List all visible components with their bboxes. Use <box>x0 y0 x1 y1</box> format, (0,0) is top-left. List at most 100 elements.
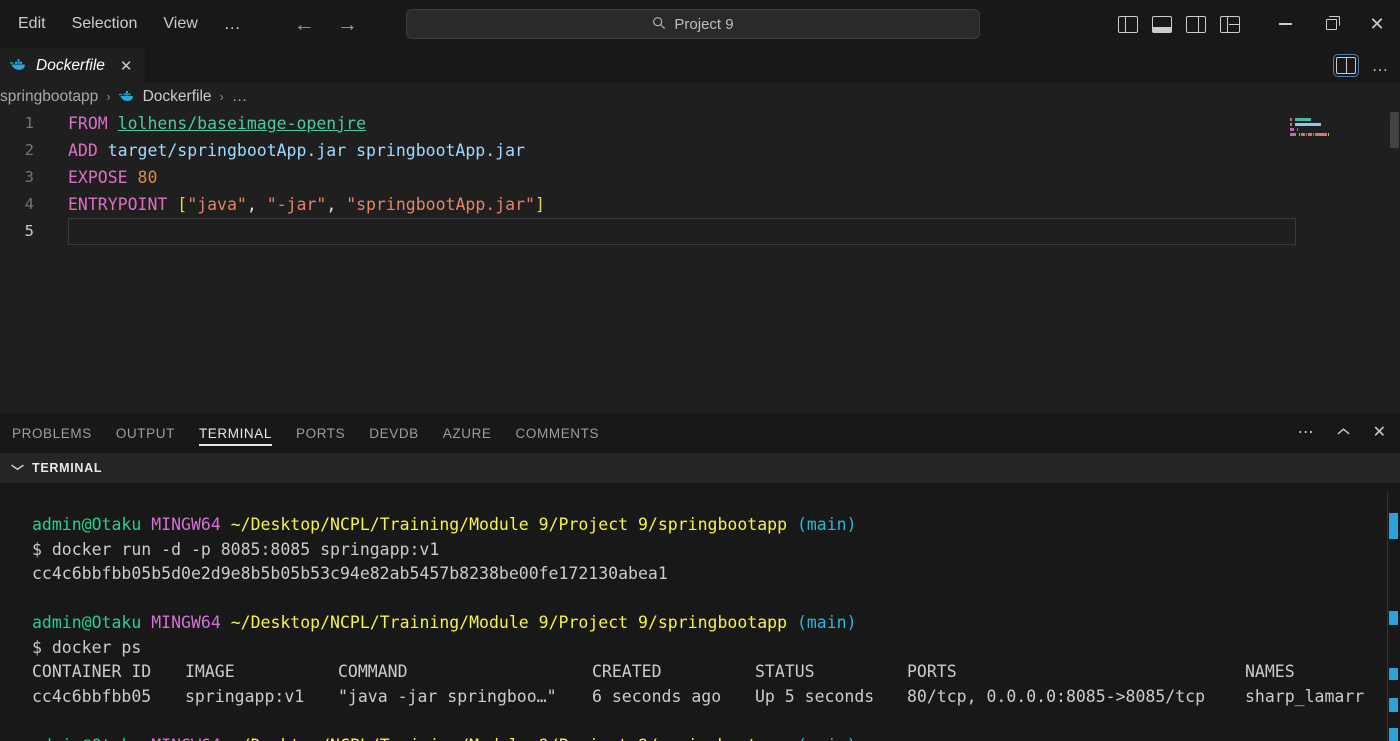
editor-scrollbar-thumb[interactable] <box>1390 112 1399 148</box>
prompt-shell: MINGW64 <box>151 515 221 534</box>
breadcrumb-item-file[interactable]: Dockerfile <box>143 88 212 106</box>
editor-tab-bar: Dockerfile ✕ … <box>0 48 1400 83</box>
panel-tab-problems[interactable]: PROBLEMS <box>0 413 104 453</box>
menu-selection[interactable]: Selection <box>72 16 138 32</box>
back-icon[interactable]: ← <box>294 14 315 35</box>
prompt-path: ~/Desktop/NCPL/Training/Module 9/Project… <box>231 736 787 741</box>
terminal-command-marker[interactable] <box>1389 611 1398 625</box>
code-editor[interactable]: 1 FROM lolhens/baseimage-openjre 2 ADD targ… <box>0 110 1400 413</box>
docker-ps-header-cell: CREATED <box>592 662 662 681</box>
panel-tab-ports[interactable]: PORTS <box>284 413 357 453</box>
panel-close-icon[interactable]: ✕ <box>1373 425 1386 441</box>
layout-toggles <box>1118 15 1240 33</box>
code-text: EXPOSE 80 <box>68 168 158 187</box>
terminal-prompt-line: admin@Otaku MINGW64 ~/Desktop/NCPL/Train… <box>0 734 1400 741</box>
terminal-overview-ruler[interactable] <box>1386 483 1400 741</box>
minimap-line <box>1290 123 1386 126</box>
tab-dockerfile[interactable]: Dockerfile ✕ <box>0 48 145 83</box>
navigation-buttons: ← → <box>294 14 358 35</box>
docker-ps-row-cell: 6 seconds ago <box>592 686 722 706</box>
docker-ps-row: cc4c6bbfbb05 springapp:v1 "java -jar sprin… <box>0 685 1400 710</box>
prompt-shell: MINGW64 <box>151 613 221 632</box>
terminal-command-marker[interactable] <box>1389 513 1398 539</box>
terminal-command-marker[interactable] <box>1389 668 1398 680</box>
docker-ps-row-cell: sharp_lamarr <box>1245 686 1365 706</box>
terminal-command-marker[interactable] <box>1389 728 1398 741</box>
title-bar: Edit Selection View … ← → Project 9 ✕ <box>0 0 1400 48</box>
terminal-prompt-line: admin@Otaku MINGW64 ~/Desktop/NCPL/Train… <box>0 611 1400 636</box>
window-controls: ✕ <box>1118 0 1400 48</box>
minimap-line <box>1290 133 1386 136</box>
panel-tab-comments[interactable]: COMMENTS <box>504 413 612 453</box>
panel-tab-terminal[interactable]: TERMINAL <box>187 413 284 453</box>
docker-ps-header-cell: NAMES <box>1245 662 1295 681</box>
minimap-line <box>1290 118 1386 121</box>
toggle-primary-sidebar-icon[interactable] <box>1118 15 1138 33</box>
docker-ps-row-cell: 80/tcp, 0.0.0.0:8085->8085/tcp <box>907 686 1206 706</box>
minimap[interactable] <box>1290 118 1386 408</box>
docker-ps-row-cell: springapp:v1 <box>185 686 305 706</box>
prompt-path: ~/Desktop/NCPL/Training/Module 9/Project… <box>230 613 787 632</box>
docker-ps-row-cell: "java -jar springboo…" <box>338 686 557 706</box>
breadcrumb: springbootapp › Dockerfile › … <box>0 83 1400 110</box>
minimize-button[interactable] <box>1262 0 1308 48</box>
code-line: 1 FROM lolhens/baseimage-openjre <box>0 110 1400 137</box>
toggle-panel-icon[interactable] <box>1152 15 1172 33</box>
terminal-command: $ docker run -d -p 8085:8085 springapp:v… <box>32 539 440 559</box>
prompt-path: ~/Desktop/NCPL/Training/Module 9/Project… <box>230 515 787 534</box>
editor-actions: … <box>1332 48 1391 83</box>
active-line-highlight <box>68 218 1296 245</box>
breadcrumb-docker-icon <box>118 89 135 105</box>
code-line: 4 ENTRYPOINT ["java", "-jar", "springboot… <box>0 191 1400 218</box>
line-number: 4 <box>24 195 34 213</box>
line-number: 2 <box>24 141 34 159</box>
menu-more-icon[interactable]: … <box>224 14 242 34</box>
panel-tab-bar: PROBLEMS OUTPUT TERMINAL PORTS DEVDB AZURE COM… <box>0 413 1400 453</box>
panel-tab-devdb[interactable]: DEVDB <box>357 413 431 453</box>
maximize-button[interactable] <box>1308 0 1354 48</box>
panel-tab-azure[interactable]: AZURE <box>431 413 504 453</box>
close-button[interactable]: ✕ <box>1354 0 1400 48</box>
breadcrumb-separator-icon-2: › <box>219 89 224 104</box>
code-text: ADD target/springbootApp.jar springbootA… <box>68 141 525 160</box>
tab-close-icon[interactable]: ✕ <box>120 57 133 75</box>
vscode-window: Edit Selection View … ← → Project 9 ✕ Do… <box>0 0 1400 741</box>
docker-ps-header-cell: CONTAINER ID <box>32 662 152 681</box>
docker-icon <box>9 58 27 74</box>
docker-ps-header: CONTAINER ID IMAGE COMMAND CREATED STATUS POR… <box>0 660 1400 685</box>
panel-actions: ⋯ ✕ <box>1298 413 1386 453</box>
command-center-search[interactable]: Project 9 <box>406 9 980 39</box>
terminal-output-line: cc4c6bbfbb05b5d0e2d9e8b5b05b53c94e82ab54… <box>32 564 668 583</box>
prompt-user: admin@Otaku <box>32 613 142 632</box>
split-editor-icon[interactable] <box>1332 54 1359 77</box>
docker-ps-header-cell: COMMAND <box>338 662 408 681</box>
customize-layout-icon[interactable] <box>1220 15 1240 33</box>
terminal-output[interactable]: admin@Otaku MINGW64 ~/Desktop/NCPL/Train… <box>0 483 1400 741</box>
forward-icon[interactable]: → <box>337 14 358 35</box>
docker-ps-row-cell: Up 5 seconds <box>755 686 875 706</box>
panel-more-icon[interactable]: ⋯ <box>1298 425 1314 441</box>
minimap-line <box>1290 128 1386 131</box>
code-line: 3 EXPOSE 80 <box>0 164 1400 191</box>
docker-ps-row-cell: cc4c6bbfbb05 <box>32 686 152 706</box>
chevron-down-icon[interactable] <box>10 462 25 474</box>
terminal-command-marker[interactable] <box>1389 698 1398 712</box>
terminal-section-header[interactable]: TERMINAL <box>0 453 1400 483</box>
code-text: FROM lolhens/baseimage-openjre <box>68 114 367 133</box>
breadcrumb-item-folder[interactable]: springbootapp <box>0 88 98 106</box>
breadcrumb-item-more[interactable]: … <box>232 88 248 106</box>
menu-edit[interactable]: Edit <box>18 16 46 32</box>
prompt-user: admin@Otaku <box>32 736 141 741</box>
menu-view[interactable]: View <box>163 16 197 32</box>
docker-ps-header-cell: PORTS <box>907 662 957 681</box>
line-number: 3 <box>24 168 34 186</box>
line-number: 1 <box>24 114 34 132</box>
toggle-secondary-sidebar-icon[interactable] <box>1186 15 1206 33</box>
panel-maximize-icon[interactable] <box>1336 425 1351 441</box>
editor-more-actions-icon[interactable]: … <box>1372 56 1391 76</box>
prompt-branch: (main) <box>796 613 857 632</box>
search-value: Project 9 <box>674 15 734 33</box>
panel-tab-output[interactable]: OUTPUT <box>104 413 187 453</box>
editor-scrollbar[interactable] <box>1388 110 1400 413</box>
